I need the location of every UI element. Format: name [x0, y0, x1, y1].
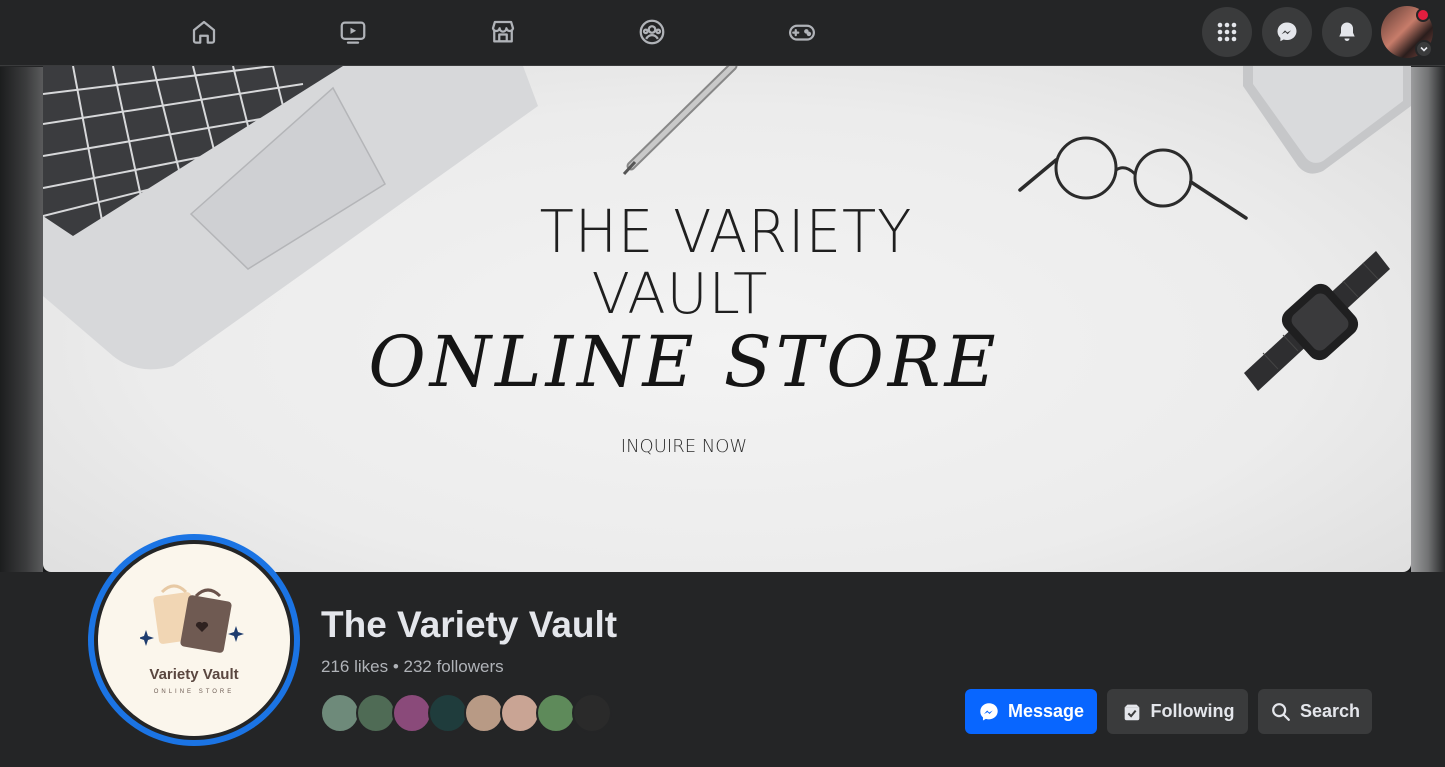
- search-button[interactable]: Search: [1258, 689, 1372, 734]
- menu-grid-icon: [1217, 22, 1237, 42]
- messenger-icon: [1277, 22, 1297, 42]
- follower-avatar[interactable]: [392, 693, 432, 733]
- follower-avatar[interactable]: [428, 693, 468, 733]
- cover-title-line2: VAULT: [591, 262, 769, 327]
- profile-picture: Variety Vault ONLINE STORE: [98, 544, 290, 736]
- gaming-icon: [789, 24, 815, 41]
- groups-icon: [639, 19, 665, 45]
- page-title: The Variety Vault: [321, 604, 618, 645]
- notifications-button[interactable]: [1322, 7, 1372, 57]
- chevron-down-icon: [1420, 46, 1428, 52]
- store-icon: [491, 20, 515, 43]
- follower-avatar[interactable]: [536, 693, 576, 733]
- nav-tab-groups[interactable]: [596, 8, 708, 56]
- follower-avatar[interactable]: [356, 693, 396, 733]
- menu-button[interactable]: [1202, 7, 1252, 57]
- shopping-bags-logo-icon: [140, 584, 244, 653]
- cover-title-line3: ONLINE STORE: [368, 321, 1000, 403]
- video-icon: [340, 21, 366, 44]
- nav-tab-home[interactable]: [148, 8, 260, 56]
- messenger-button[interactable]: [1262, 7, 1312, 57]
- tablet-illustration: [1243, 66, 1411, 174]
- page-stats[interactable]: 216 likes • 232 followers: [321, 657, 504, 677]
- messenger-icon: [980, 702, 998, 721]
- cover-photo[interactable]: THE VARIETY VAULT ONLINE STORE INQUIRE N…: [43, 66, 1411, 572]
- message-button-label: Message: [1007, 701, 1085, 721]
- follower-avatar[interactable]: [320, 693, 360, 733]
- top-navigation-bar: [0, 0, 1445, 66]
- following-button[interactable]: Following: [1107, 689, 1248, 734]
- search-button-label: Search: [1299, 701, 1361, 721]
- follower-avatar[interactable]: [500, 693, 540, 733]
- home-icon: [192, 20, 216, 44]
- logo-subtitle: ONLINE STORE: [153, 689, 235, 695]
- message-button[interactable]: Message: [965, 689, 1097, 734]
- search-icon: [1272, 702, 1290, 721]
- pen-illustration: [622, 66, 738, 176]
- cover-title-line1: THE VARIETY: [539, 198, 913, 267]
- follower-avatar[interactable]: [464, 693, 504, 733]
- following-check-icon: [1124, 704, 1139, 720]
- follower-avatars[interactable]: [320, 693, 612, 735]
- following-button-label: Following: [1150, 701, 1235, 721]
- cover-cta-text: INQUIRE NOW: [620, 436, 748, 457]
- nav-tab-gaming[interactable]: [746, 8, 858, 56]
- notification-dot: [1416, 8, 1430, 22]
- nav-tab-marketplace[interactable]: [447, 8, 559, 56]
- logo-name: Variety Vault: [149, 666, 239, 683]
- follower-avatar[interactable]: [572, 693, 612, 733]
- bell-icon: [1339, 22, 1355, 41]
- nav-tab-watch[interactable]: [297, 8, 409, 56]
- account-menu-chevron[interactable]: [1415, 40, 1433, 58]
- profile-picture-ring[interactable]: Variety Vault ONLINE STORE: [88, 534, 300, 746]
